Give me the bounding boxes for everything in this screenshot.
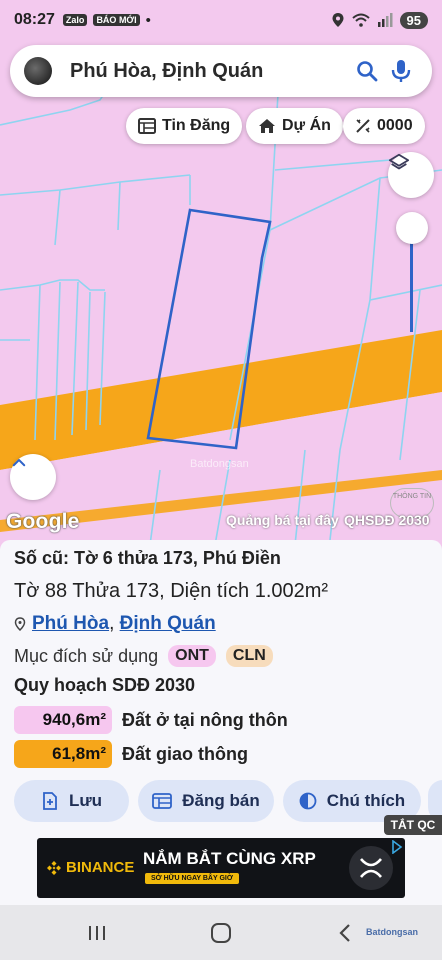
location-separator: ,: [109, 613, 115, 634]
area-label: Đất ở tại nông thôn: [122, 709, 288, 730]
expand-up-button[interactable]: [10, 454, 56, 500]
binance-logo-icon: [47, 860, 61, 875]
status-bar: 08:27 Zalo BÁO MỚI • 95: [0, 0, 442, 40]
save-icon: [43, 792, 57, 810]
ad-choices-icon[interactable]: [391, 840, 403, 854]
chip-measure-label: 0000: [377, 117, 413, 134]
google-logo: Google: [6, 510, 80, 533]
zalo-notification-icon: Zalo: [62, 14, 88, 26]
post-icon: [152, 793, 173, 809]
recent-apps-button[interactable]: [82, 919, 112, 947]
notification-dot: •: [145, 11, 151, 29]
area-row-residential: 940,6m² Đất ở tại nông thôn: [14, 706, 288, 734]
area-value: 940,6m²: [14, 706, 112, 734]
ad-banner[interactable]: BINANCE NẮM BẮT CÙNG XRP SỞ HỮU NGAY BÂY…: [37, 838, 405, 898]
save-label: Lưu: [68, 791, 103, 810]
plot-location: Phú Hòa, Định Quán: [14, 613, 216, 635]
ad-brand-label: BINANCE: [66, 859, 135, 876]
recent-apps-icon: [89, 926, 105, 940]
legend-icon: [299, 792, 317, 810]
area-value: 61,8m²: [14, 740, 112, 768]
back-button[interactable]: [330, 919, 360, 947]
post-for-sale-label: Đăng bán: [182, 791, 260, 810]
status-time: 08:27: [14, 11, 55, 28]
listing-icon: [138, 118, 156, 134]
search-bar[interactable]: Phú Hòa, Định Quán: [10, 45, 432, 97]
measure-icon: [356, 119, 370, 133]
chip-listings[interactable]: Tin Đăng: [126, 108, 243, 144]
chevron-up-icon: [12, 459, 26, 467]
system-nav-bar: Batdongsan: [0, 905, 442, 960]
baomoi-notification-icon: BÁO MỚI: [93, 14, 140, 26]
area-label: Đất giao thông: [122, 743, 248, 764]
map-watermark: Batdongsan: [190, 458, 249, 470]
opacity-slider-knob[interactable]: [396, 212, 428, 244]
post-for-sale-button[interactable]: Đăng bán: [138, 780, 274, 822]
signal-icon: [377, 13, 393, 27]
plan-title: Quy hoạch SDĐ 2030: [14, 675, 196, 695]
home-icon: [211, 923, 231, 943]
xrp-logo-icon: [349, 846, 393, 890]
land-use-purpose: Mục đích sử dụng ONT CLN: [14, 645, 273, 667]
avatar[interactable]: [24, 57, 52, 85]
chip-projects[interactable]: Dự Án: [246, 108, 343, 144]
ward-link[interactable]: Phú Hòa: [32, 613, 109, 634]
location-pin-icon: [14, 617, 26, 631]
microphone-icon: [391, 60, 411, 82]
voice-search-button[interactable]: [384, 54, 418, 88]
district-link[interactable]: Định Quán: [120, 613, 216, 634]
plan-label: QHSDĐ 2030: [344, 512, 430, 528]
land-use-tag-cln: CLN: [225, 645, 273, 667]
batdongsan-logo: Batdongsan: [366, 927, 419, 937]
ad-cta: SỞ HỮU NGAY BÂY GIỜ: [145, 873, 239, 884]
home-button[interactable]: [206, 919, 236, 947]
back-icon: [339, 924, 350, 942]
chip-measure[interactable]: 0000: [343, 108, 425, 144]
old-plot-number: Số cũ: Tờ 6 thửa 173, Phú Điền: [14, 548, 281, 568]
battery-level: 95: [399, 11, 428, 29]
ad-brand: BINANCE: [47, 859, 134, 876]
land-use-tag-ont: ONT: [168, 645, 216, 667]
legend-label: Chú thích: [326, 791, 406, 810]
close-ad-button[interactable]: TẮT QC: [384, 815, 442, 835]
save-button[interactable]: Lưu: [14, 780, 129, 822]
purpose-label: Mục đích sử dụng: [14, 645, 159, 666]
house-icon: [259, 119, 275, 133]
layers-icon: [388, 153, 410, 170]
plot-details: Tờ 88 Thửa 173, Diện tích 1.002m²: [14, 580, 329, 602]
wifi-icon: [351, 13, 370, 27]
search-icon: [357, 61, 378, 82]
area-row-transport: 61,8m² Đất giao thông: [14, 740, 248, 768]
chip-projects-label: Dự Án: [282, 117, 331, 134]
layers-button[interactable]: [388, 152, 434, 198]
search-query[interactable]: Phú Hòa, Định Quán: [70, 60, 350, 83]
ad-headline: NẮM BẮT CÙNG XRP: [143, 849, 316, 868]
search-button[interactable]: [350, 54, 384, 88]
chip-listings-label: Tin Đăng: [162, 117, 231, 134]
location-icon: [332, 13, 344, 27]
map-ad-text[interactable]: Quảng bá tại đây: [226, 512, 339, 528]
